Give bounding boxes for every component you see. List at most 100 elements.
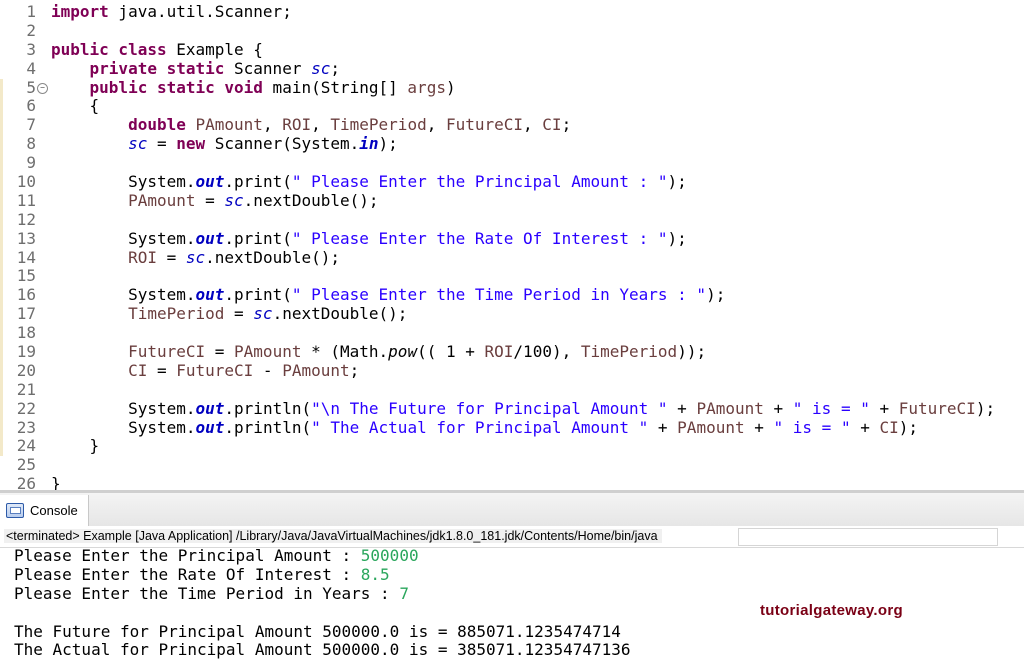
code-token: .print( (224, 228, 292, 248)
code-text: PAmount = sc.nextDouble(); (51, 190, 378, 211)
code-text: } (51, 436, 100, 456)
console-line: Please Enter the Principal Amount : 5000… (14, 546, 1014, 566)
code-token: main(String[] (262, 77, 408, 97)
code-token: + (869, 398, 899, 418)
code-line[interactable]: 24 } (0, 436, 1024, 457)
code-token: ; (330, 58, 340, 78)
code-token: private static (89, 58, 225, 78)
code-text: CI = FutureCI - PAmount; (51, 360, 360, 381)
code-line[interactable]: 17 TimePeriod = sc.nextDouble(); (0, 304, 1024, 325)
code-token: " is = " (773, 417, 851, 437)
fold-collapse-icon[interactable]: − (37, 82, 48, 94)
code-line[interactable]: 15 (0, 266, 1024, 287)
line-number: 26 (16, 474, 36, 490)
code-token: ); (378, 134, 398, 154)
code-text: FutureCI = PAmount * (Math.pow(( 1 + ROI… (51, 342, 707, 362)
code-line[interactable]: 19 FutureCI = PAmount * (Math.pow(( 1 + … (0, 342, 1024, 362)
line-number: 21 (16, 379, 36, 399)
code-token: TimePeriod (330, 115, 427, 135)
code-token: ) (445, 77, 456, 97)
code-editor[interactable]: 1 import java.util.Scanner; 2 3 public class… (0, 0, 1024, 490)
code-token: ; (561, 115, 572, 135)
code-token: , (311, 115, 331, 135)
code-line[interactable]: 8 sc = new Scanner(System.in); (0, 134, 1024, 155)
console-user-input: 7 (399, 583, 409, 603)
code-line[interactable]: 20 CI = FutureCI - PAmount; (0, 360, 1024, 381)
code-line[interactable]: 22 System.out.println("\n The Future for… (0, 398, 1024, 419)
console-line: Please Enter the Time Period in Years : … (14, 583, 1014, 604)
code-token: + (763, 398, 793, 418)
code-line[interactable]: 3 public class Example { (0, 39, 1024, 60)
code-token: TimePeriod (580, 342, 678, 362)
code-token: FutureCI (176, 360, 254, 380)
code-token: , (262, 115, 283, 135)
code-text: TimePeriod = sc.nextDouble(); (51, 304, 408, 324)
code-token: PAmount (677, 417, 745, 437)
code-line[interactable]: 4 private static Scanner sc; (0, 58, 1024, 79)
code-line[interactable]: 16 System.out.print(" Please Enter the T… (0, 285, 1024, 306)
code-token: + (648, 417, 678, 437)
line-number: 13 (16, 228, 36, 248)
code-token: = (195, 190, 225, 210)
code-text: } (51, 474, 61, 490)
code-line[interactable]: 9 (0, 153, 1024, 174)
code-text: import java.util.Scanner; (51, 2, 292, 22)
code-line[interactable]: 18 (0, 323, 1024, 344)
line-number: 15 (16, 266, 36, 286)
console-text: The Actual for Principal Amount 500000.0… (14, 640, 631, 660)
code-line[interactable]: 2 (0, 21, 1024, 41)
code-token: public static void (89, 77, 263, 97)
code-line[interactable]: 11 PAmount = sc.nextDouble(); (0, 190, 1024, 211)
code-line[interactable]: 21 (0, 379, 1024, 400)
code-line[interactable]: 25 (0, 455, 1024, 475)
code-text: System.out.print(" Please Enter the Rate… (51, 228, 687, 249)
code-token: ); (667, 228, 687, 248)
console-icon (6, 503, 24, 518)
code-token: sc (253, 304, 273, 324)
code-token: import (51, 2, 109, 21)
code-token: ); (975, 398, 996, 418)
code-token: } (51, 436, 100, 456)
line-number: 3 (26, 39, 36, 59)
code-line[interactable]: 12 (0, 210, 1024, 230)
code-token: CI (128, 360, 148, 380)
line-number: 6 (26, 96, 36, 116)
code-token: )); (677, 342, 707, 362)
code-token: + (850, 417, 880, 437)
code-line[interactable]: 5− public static void main(String[] args… (0, 77, 1024, 98)
code-text: System.out.println(" The Actual for Prin… (51, 417, 918, 438)
code-line[interactable]: 14 ROI = sc.nextDouble(); (0, 247, 1024, 268)
console-line: The Actual for Principal Amount 500000.0… (14, 641, 1014, 660)
code-token: .nextDouble(); (272, 304, 408, 324)
console-line: Please Enter the Rate Of Interest : 8.5 (14, 564, 1014, 585)
line-number: 14 (16, 247, 36, 267)
code-line[interactable]: 26} (0, 474, 1024, 490)
code-token: out (195, 228, 225, 248)
code-token: ROI (282, 115, 312, 135)
code-text: System.out.print(" Please Enter the Prin… (51, 172, 687, 192)
code-line[interactable]: 13 System.out.print(" Please Enter the R… (0, 228, 1024, 249)
code-token: new (176, 134, 206, 154)
code-line[interactable]: 23 System.out.println(" The Actual for P… (0, 417, 1024, 438)
code-line[interactable]: 10 System.out.print(" Please Enter the P… (0, 172, 1024, 192)
code-token: PAmount (195, 115, 263, 135)
line-number: 1 (26, 2, 36, 21)
console-user-input: 8.5 (360, 564, 390, 584)
tab-console[interactable]: Console (0, 495, 89, 526)
code-line[interactable]: 7 double PAmount, ROI, TimePeriod, Futur… (0, 115, 1024, 136)
code-token: ; (349, 360, 360, 380)
code-line[interactable]: 6 { (0, 96, 1024, 117)
code-text: public static void main(String[] args) (51, 77, 456, 98)
line-number: 9 (26, 153, 36, 173)
code-line[interactable]: 1 import java.util.Scanner; (0, 2, 1024, 22)
code-text: System.out.print(" Please Enter the Time… (51, 285, 725, 305)
code-token: public class (51, 39, 167, 59)
code-token: .println( (224, 417, 312, 437)
line-number: 22 (16, 398, 36, 418)
code-token: java.util.Scanner; (108, 2, 292, 21)
